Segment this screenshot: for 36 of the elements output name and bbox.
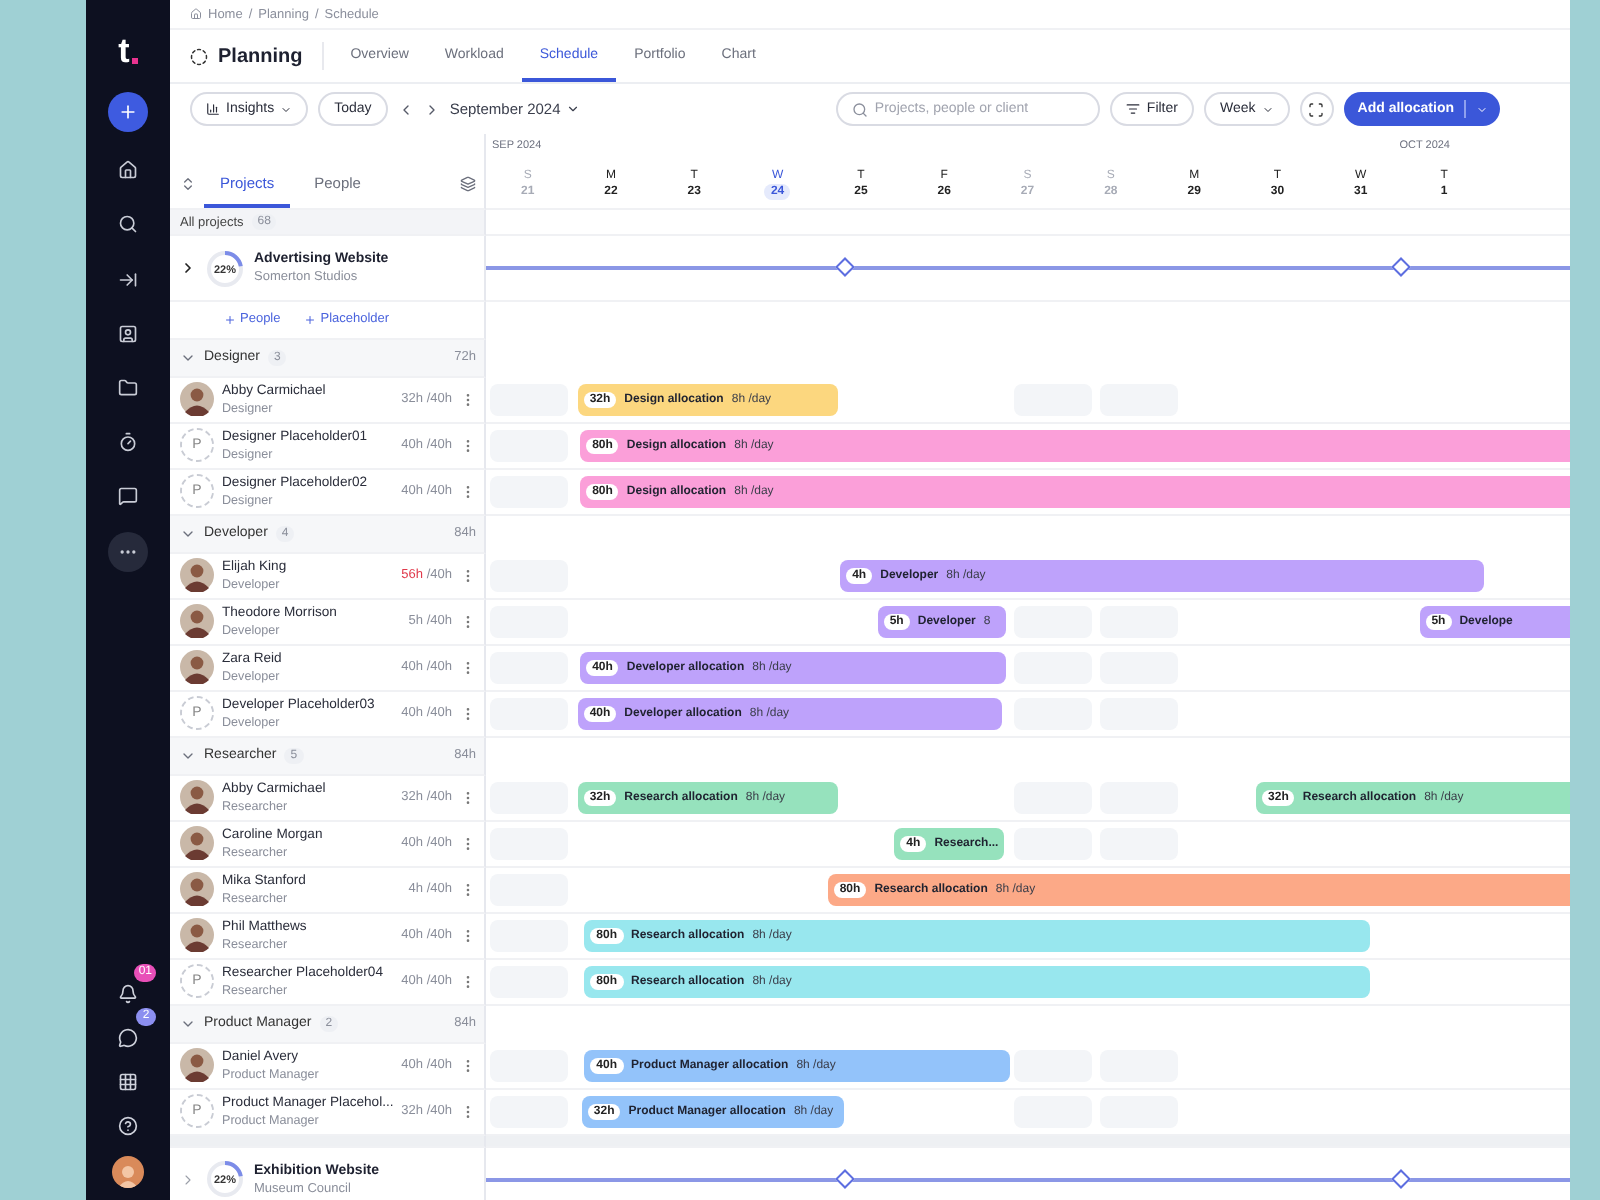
avatar	[180, 1048, 214, 1082]
planning-icon	[190, 47, 208, 65]
add-icon[interactable]	[108, 91, 148, 132]
logo[interactable]: t	[118, 34, 130, 68]
avatar	[180, 780, 214, 814]
milestone-icon[interactable]	[1391, 257, 1411, 277]
avatar	[180, 604, 214, 638]
plus-icon	[304, 313, 317, 326]
fullscreen-icon[interactable]	[1299, 92, 1334, 126]
caret-icon	[566, 102, 581, 116]
apps-grid-icon[interactable]	[118, 1072, 138, 1092]
user-avatar[interactable]	[112, 1156, 144, 1188]
bell-icon[interactable]	[118, 984, 138, 1004]
avatar	[180, 826, 214, 860]
chat-icon[interactable]	[118, 1028, 138, 1048]
page-title: Planning	[218, 45, 303, 67]
sort-icon[interactable]	[180, 176, 196, 192]
caret-icon	[280, 103, 293, 115]
chart-icon	[206, 102, 220, 116]
avatar	[180, 872, 214, 906]
chevron-right-icon[interactable]	[180, 260, 196, 276]
filter-icon	[1126, 102, 1141, 116]
more-icon[interactable]	[108, 531, 148, 571]
layers-icon[interactable]	[460, 176, 476, 192]
plus-icon	[224, 313, 236, 326]
caret-icon	[1261, 103, 1274, 115]
avatar	[180, 650, 214, 684]
avatar	[180, 558, 214, 592]
help-icon[interactable]	[118, 1116, 138, 1136]
milestone-icon[interactable]	[1391, 1168, 1411, 1188]
milestone-icon[interactable]	[835, 1168, 855, 1188]
avatar	[180, 918, 214, 952]
avatar	[180, 382, 214, 416]
milestone-icon[interactable]	[835, 257, 855, 277]
search-icon	[852, 101, 869, 117]
caret-icon	[1476, 103, 1488, 115]
